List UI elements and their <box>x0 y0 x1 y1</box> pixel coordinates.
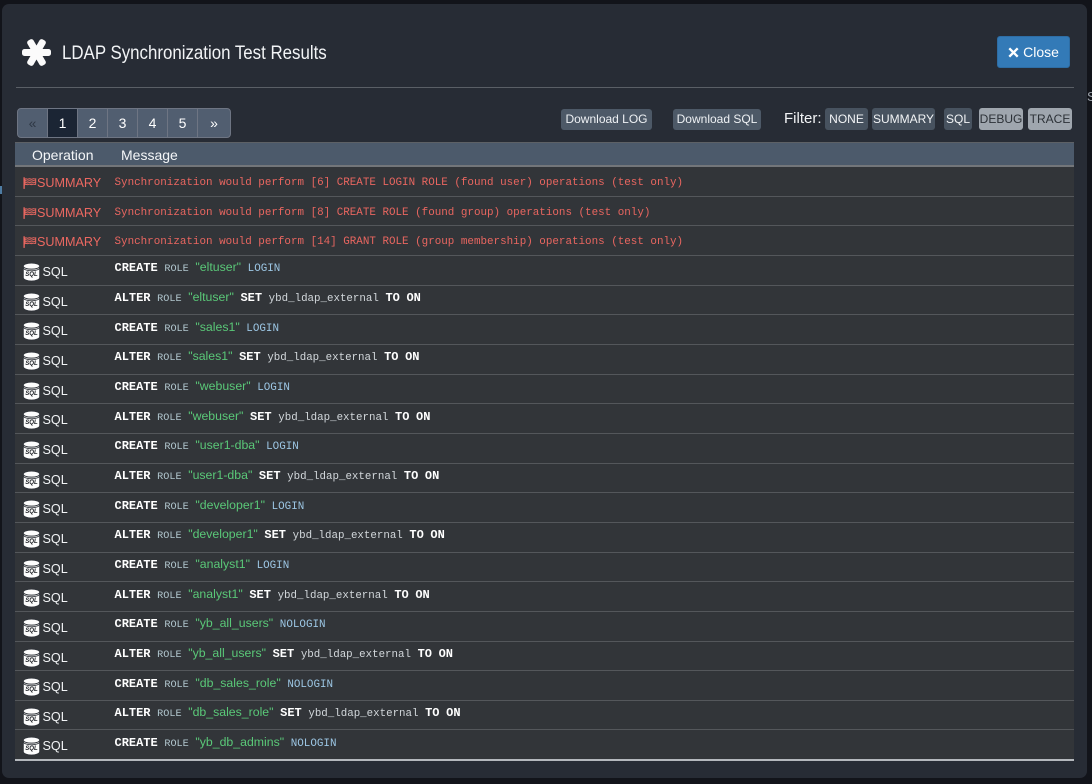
svg-text:SQL: SQL <box>25 419 38 426</box>
svg-text:SQL: SQL <box>25 746 38 753</box>
svg-text:SQL: SQL <box>25 716 38 723</box>
svg-text:SQL: SQL <box>25 627 38 634</box>
svg-text:SQL: SQL <box>25 538 38 545</box>
svg-text:SQL: SQL <box>25 597 38 604</box>
svg-text:SQL: SQL <box>25 686 38 693</box>
svg-text:SQL: SQL <box>25 330 38 337</box>
svg-text:SQL: SQL <box>25 568 38 575</box>
svg-text:SQL: SQL <box>25 271 38 278</box>
svg-text:SQL: SQL <box>25 360 38 367</box>
svg-text:SQL: SQL <box>25 449 38 456</box>
svg-text:SQL: SQL <box>25 508 38 515</box>
svg-text:SQL: SQL <box>25 657 38 664</box>
svg-text:SQL: SQL <box>25 479 38 486</box>
svg-text:SQL: SQL <box>25 390 38 397</box>
svg-text:SQL: SQL <box>25 301 38 308</box>
